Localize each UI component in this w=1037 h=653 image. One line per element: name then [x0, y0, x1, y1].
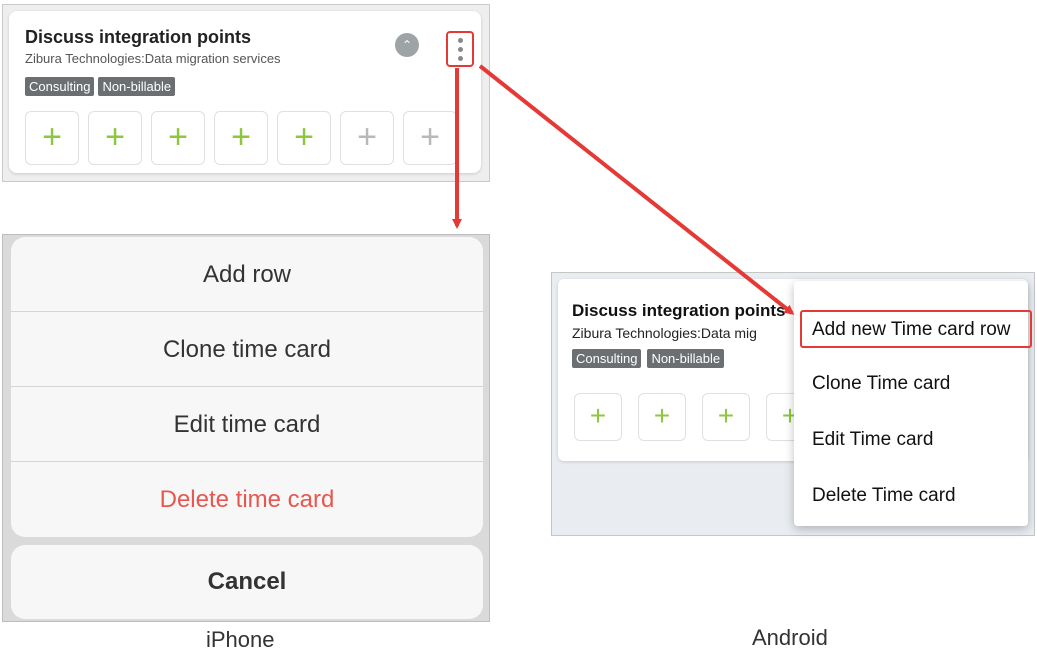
add-entry-button[interactable]: +	[25, 111, 79, 165]
clone-time-card-item[interactable]: Clone Time card	[802, 366, 1022, 404]
delete-time-card-action[interactable]: Delete time card	[11, 462, 483, 537]
top-card-frame: Discuss integration points Zibura Techno…	[2, 4, 490, 182]
cancel-button[interactable]: Cancel	[11, 545, 483, 619]
kebab-menu-icon[interactable]	[446, 31, 474, 67]
tag-non-billable: Non-billable	[647, 349, 725, 368]
add-entry-button-disabled: +	[340, 111, 394, 165]
android-card-tags: Consulting Non-billable	[572, 349, 725, 368]
card-tags: Consulting Non-billable	[25, 77, 176, 96]
card-subtitle: Zibura Technologies:Data migration servi…	[25, 51, 281, 66]
edit-time-card-item[interactable]: Edit Time card	[802, 422, 1022, 460]
tag-consulting: Consulting	[572, 349, 642, 368]
tag-non-billable: Non-billable	[98, 77, 176, 96]
add-entry-button[interactable]: +	[151, 111, 205, 165]
edit-time-card-action[interactable]: Edit time card	[11, 387, 483, 462]
add-new-time-card-row-item[interactable]: Add new Time card row	[800, 310, 1032, 348]
android-card-title: Discuss integration points	[572, 301, 786, 320]
delete-time-card-item[interactable]: Delete Time card	[802, 478, 1022, 516]
card-title: Discuss integration points	[25, 27, 252, 47]
day-entry-row: + + + + + + +	[25, 111, 457, 165]
add-entry-button-disabled: +	[403, 111, 457, 165]
ios-action-group: Add row Clone time card Edit time card D…	[11, 237, 483, 537]
android-frame: Discuss integration points Zibura Techno…	[551, 272, 1035, 536]
iphone-action-sheet-frame: Add row Clone time card Edit time card D…	[2, 234, 490, 622]
time-card: Discuss integration points Zibura Techno…	[9, 11, 481, 173]
android-card-subtitle: Zibura Technologies:Data mig	[572, 325, 757, 341]
add-entry-button[interactable]: +	[702, 393, 750, 441]
add-entry-button[interactable]: +	[277, 111, 331, 165]
add-entry-button[interactable]: +	[88, 111, 142, 165]
collapse-chevron-icon[interactable]: ⌃	[395, 33, 419, 57]
android-overflow-menu: Add new Time card row Clone Time card Ed…	[794, 281, 1032, 526]
iphone-caption: iPhone	[206, 627, 275, 652]
android-day-entry-row: + + + +	[574, 393, 814, 441]
add-entry-button[interactable]: +	[638, 393, 686, 441]
clone-time-card-action[interactable]: Clone time card	[11, 312, 483, 387]
android-caption: Android	[752, 625, 828, 650]
tag-consulting: Consulting	[25, 77, 95, 96]
add-entry-button[interactable]: +	[214, 111, 268, 165]
add-row-action[interactable]: Add row	[11, 237, 483, 312]
add-entry-button[interactable]: +	[574, 393, 622, 441]
